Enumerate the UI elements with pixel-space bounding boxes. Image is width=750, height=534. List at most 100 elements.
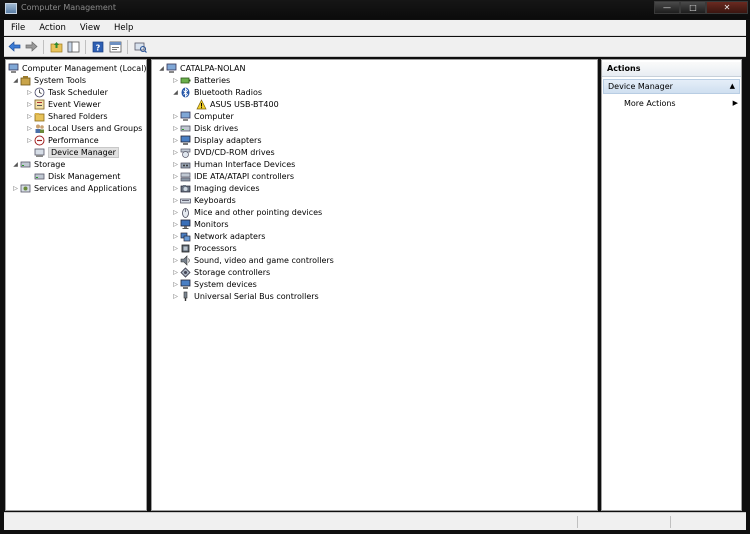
tree-node-storage[interactable]: ◢ Storage <box>11 158 65 170</box>
collapse-arrow-icon[interactable]: ◢ <box>11 161 20 168</box>
expand-arrow-icon[interactable]: ▷ <box>171 173 180 180</box>
expand-arrow-icon[interactable]: ▷ <box>171 125 180 132</box>
device-category-label: Human Interface Devices <box>194 159 296 169</box>
svg-text:?: ? <box>96 43 101 52</box>
expand-arrow-icon[interactable]: ▷ <box>25 101 34 108</box>
device-tree-pane[interactable]: ◢ CATALPA-NOLAN ▷ Batteries ◢ Bluetooth … <box>151 59 598 511</box>
device-category-label: Disk drives <box>194 123 239 133</box>
expand-arrow-icon[interactable]: ▷ <box>171 233 180 240</box>
more-actions-label: More Actions <box>624 99 676 108</box>
expand-arrow-icon[interactable]: ▷ <box>171 257 180 264</box>
expand-arrow-icon[interactable]: ▷ <box>171 113 180 120</box>
device-category-sound-video-game-controllers[interactable]: ▷ Sound, video and game controllers <box>171 254 334 266</box>
device-manager-icon <box>34 147 45 158</box>
show-hide-tree-button[interactable] <box>66 40 80 54</box>
expand-arrow-icon[interactable]: ▷ <box>171 77 180 84</box>
tree-node-label: Local Users and Groups <box>48 123 143 133</box>
device-category-ide-ata-atapi-controllers[interactable]: ▷ IDE ATA/ATAPI controllers <box>171 170 294 182</box>
tree-node-device-manager[interactable]: Device Manager <box>34 146 119 158</box>
device-category-usb-controllers[interactable]: ▷ Universal Serial Bus controllers <box>171 290 319 302</box>
expand-arrow-icon[interactable]: ▷ <box>171 221 180 228</box>
expand-arrow-icon[interactable]: ▷ <box>171 149 180 156</box>
device-category-dvd-cd-rom-drives[interactable]: ▷ DVD/CD-ROM drives <box>171 146 275 158</box>
event-viewer-icon <box>34 99 45 110</box>
folder-icon <box>34 111 45 122</box>
device-category-monitors[interactable]: ▷ Monitors <box>171 218 229 230</box>
minimize-button[interactable]: — <box>654 1 680 14</box>
tree-node-event-viewer[interactable]: ▷ Event Viewer <box>25 98 101 110</box>
tree-node-services-and-applications[interactable]: ▷ Services and Applications <box>11 182 137 194</box>
expand-arrow-icon[interactable]: ▷ <box>25 137 34 144</box>
expand-arrow-icon[interactable]: ▷ <box>171 137 180 144</box>
tree-node-disk-management[interactable]: Disk Management <box>34 170 120 182</box>
device-category-storage-controllers[interactable]: ▷ Storage controllers <box>171 266 270 278</box>
device-category-bluetooth-radios[interactable]: ◢ Bluetooth Radios <box>171 86 262 98</box>
device-category-mice[interactable]: ▷ Mice and other pointing devices <box>171 206 322 218</box>
expand-arrow-icon[interactable]: ▷ <box>171 197 180 204</box>
network-icon <box>180 231 191 242</box>
disk-drive-icon <box>180 123 191 134</box>
properties-button[interactable] <box>108 40 122 54</box>
device-category-computer[interactable]: ▷ Computer <box>171 110 234 122</box>
tree-node-label: System Tools <box>34 75 87 85</box>
actions-pane: Actions Device Manager ▲ More Actions ▶ <box>601 59 742 511</box>
device-category-batteries[interactable]: ▷ Batteries <box>171 74 230 86</box>
tree-node-label: Disk Management <box>48 171 121 181</box>
title-bar[interactable]: Computer Management — □ ✕ <box>0 0 750 19</box>
mouse-icon <box>180 207 191 218</box>
device-category-disk-drives[interactable]: ▷ Disk drives <box>171 122 238 134</box>
tree-node-computer-management[interactable]: Computer Management (Local) <box>8 62 146 74</box>
scan-hardware-button[interactable] <box>133 40 147 54</box>
up-folder-button[interactable] <box>49 40 63 54</box>
expand-arrow-icon[interactable]: ▷ <box>171 245 180 252</box>
device-category-imaging-devices[interactable]: ▷ Imaging devices <box>171 182 259 194</box>
device-category-display-adapters[interactable]: ▷ Display adapters <box>171 134 262 146</box>
app-icon <box>5 3 17 14</box>
maximize-button[interactable]: □ <box>680 1 706 14</box>
expand-arrow-icon[interactable]: ▷ <box>25 89 34 96</box>
device-asus-usb-bt400[interactable]: ASUS USB-BT400 <box>196 98 279 110</box>
device-tree-root-label: CATALPA-NOLAN <box>180 63 246 73</box>
menu-file[interactable]: File <box>4 23 32 33</box>
submenu-arrow-icon: ▶ <box>732 99 738 107</box>
collapse-arrow-icon[interactable]: ◢ <box>11 77 20 84</box>
expand-arrow-icon[interactable]: ▷ <box>25 113 34 120</box>
back-button[interactable] <box>7 40 21 54</box>
collapse-up-icon[interactable]: ▲ <box>730 80 735 93</box>
tree-node-performance[interactable]: ▷ Performance <box>25 134 99 146</box>
expand-arrow-icon[interactable]: ▷ <box>171 209 180 216</box>
device-category-system-devices[interactable]: ▷ System devices <box>171 278 257 290</box>
actions-section-label: Device Manager <box>608 82 673 91</box>
device-category-processors[interactable]: ▷ Processors <box>171 242 237 254</box>
expand-arrow-icon[interactable]: ▷ <box>171 281 180 288</box>
device-category-label: Processors <box>194 243 237 253</box>
window-title: Computer Management <box>21 3 117 12</box>
expand-arrow-icon[interactable]: ▷ <box>171 161 180 168</box>
menu-action[interactable]: Action <box>32 23 73 33</box>
tree-node-system-tools[interactable]: ◢ System Tools <box>11 74 86 86</box>
device-category-human-interface-devices[interactable]: ▷ Human Interface Devices <box>171 158 295 170</box>
menu-help[interactable]: Help <box>107 23 140 33</box>
collapse-arrow-icon[interactable]: ◢ <box>157 65 166 72</box>
tree-node-local-users-and-groups[interactable]: ▷ Local Users and Groups <box>25 122 142 134</box>
expand-arrow-icon[interactable]: ▷ <box>25 125 34 132</box>
actions-section-device-manager[interactable]: Device Manager ▲ <box>603 79 740 94</box>
tree-node-task-scheduler[interactable]: ▷ Task Scheduler <box>25 86 108 98</box>
expand-arrow-icon[interactable]: ▷ <box>171 269 180 276</box>
help-button[interactable]: ? <box>91 40 105 54</box>
forward-button[interactable] <box>24 40 38 54</box>
expand-arrow-icon[interactable]: ▷ <box>171 185 180 192</box>
device-category-label: Mice and other pointing devices <box>194 207 323 217</box>
processor-icon <box>180 243 191 254</box>
expand-arrow-icon[interactable]: ▷ <box>171 293 180 300</box>
more-actions-link[interactable]: More Actions ▶ <box>624 99 738 108</box>
expand-arrow-icon[interactable]: ▷ <box>11 185 20 192</box>
navigation-tree-pane[interactable]: Computer Management (Local) ◢ System Too… <box>5 59 147 511</box>
device-tree-root[interactable]: ◢ CATALPA-NOLAN <box>157 62 246 74</box>
tree-node-shared-folders[interactable]: ▷ Shared Folders <box>25 110 108 122</box>
collapse-arrow-icon[interactable]: ◢ <box>171 89 180 96</box>
close-button[interactable]: ✕ <box>706 1 748 14</box>
menu-view[interactable]: View <box>73 23 107 33</box>
device-category-keyboards[interactable]: ▷ Keyboards <box>171 194 236 206</box>
device-category-network-adapters[interactable]: ▷ Network adapters <box>171 230 265 242</box>
